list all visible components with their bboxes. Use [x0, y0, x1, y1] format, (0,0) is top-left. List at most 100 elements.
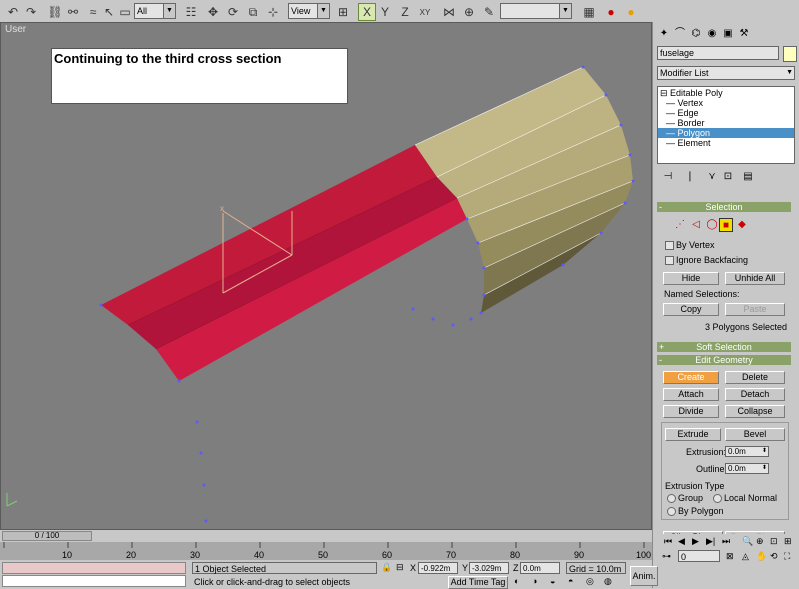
- create-tab-icon[interactable]: ✦: [657, 27, 671, 41]
- use-center-icon[interactable]: ⊞: [334, 3, 352, 21]
- local-normal-radio[interactable]: [713, 494, 722, 503]
- arc-rotate-icon[interactable]: ⟲: [770, 551, 778, 562]
- goto-end-icon[interactable]: ⏭: [722, 536, 730, 547]
- track-bar[interactable]: 10 20 30 40 50 60 70 80 90 100: [0, 542, 652, 560]
- next-frame-icon[interactable]: ▶|: [706, 536, 715, 547]
- mirror-icon[interactable]: ⋈: [440, 3, 458, 21]
- reference-coordinate-dropdown[interactable]: View ▼: [288, 3, 330, 19]
- stack-item-element[interactable]: — Element: [666, 138, 794, 148]
- pivot-icon[interactable]: ⊹: [264, 3, 282, 21]
- animate-button[interactable]: Anim.: [630, 566, 658, 586]
- delete-button[interactable]: Delete: [725, 371, 785, 384]
- object-name-field[interactable]: fuselage: [657, 46, 779, 60]
- redo-icon[interactable]: ↷: [22, 3, 40, 21]
- auto-key-icon[interactable]: ◓: [568, 576, 573, 586]
- stack-item-editable-poly[interactable]: ⊟ Editable Poly: [660, 88, 788, 98]
- render-icon[interactable]: ●: [602, 3, 620, 21]
- divide-button[interactable]: Divide: [663, 405, 719, 418]
- ignore-backfacing-checkbox[interactable]: [665, 256, 674, 265]
- goto-start-icon[interactable]: ⏮: [664, 536, 672, 547]
- x-coordinate-field[interactable]: -0.922m: [418, 562, 458, 574]
- previous-frame-icon[interactable]: ◀: [678, 536, 685, 547]
- bevel-button[interactable]: Bevel: [725, 428, 785, 441]
- copy-button[interactable]: Copy: [663, 303, 719, 316]
- restrict-y-icon[interactable]: Y: [376, 3, 394, 21]
- restrict-z-icon[interactable]: Z: [396, 3, 414, 21]
- configure-modifier-sets-icon[interactable]: ▤: [741, 170, 755, 184]
- create-button[interactable]: Create: [663, 371, 719, 384]
- extrude-button[interactable]: Extrude: [665, 428, 721, 441]
- attach-button[interactable]: Attach: [663, 388, 719, 401]
- motion-tab-icon[interactable]: ◉: [705, 27, 719, 41]
- vertex-mode-icon[interactable]: ⋰: [673, 218, 687, 232]
- unlink-icon[interactable]: ⚯: [64, 3, 82, 21]
- scale-icon[interactable]: ⧉: [244, 3, 262, 21]
- hierarchy-tab-icon[interactable]: ⌬: [689, 27, 703, 41]
- angle-snap-icon[interactable]: ◍: [604, 576, 612, 587]
- perspective-viewport[interactable]: User x Continuing to the third cross sec…: [0, 22, 652, 530]
- rotate-icon[interactable]: ⟳: [224, 3, 242, 21]
- modify-tab-icon[interactable]: ⌒: [673, 27, 687, 41]
- polygon-mode-icon[interactable]: ■: [719, 218, 733, 232]
- by-vertex-checkbox[interactable]: [665, 241, 674, 250]
- lock-icon[interactable]: 🔒: [381, 562, 392, 573]
- z-coordinate-field[interactable]: 0.0m: [520, 562, 560, 574]
- collapse-button[interactable]: Collapse: [725, 405, 785, 418]
- paste-button[interactable]: Paste: [725, 303, 785, 316]
- soft-selection-rollout-header[interactable]: + Soft Selection: [657, 342, 791, 352]
- modifier-list-dropdown[interactable]: Modifier List ▼: [657, 66, 795, 80]
- select-region-icon[interactable]: ▭: [116, 3, 134, 21]
- extrusion-spinner[interactable]: 0.0m ⬍: [725, 446, 769, 457]
- unhide-all-button[interactable]: Unhide All: [725, 272, 785, 285]
- remove-modifier-icon[interactable]: ⊡: [721, 170, 735, 184]
- maxscript-output-field[interactable]: [2, 575, 186, 587]
- named-selection-sets-dropdown[interactable]: ▼: [500, 3, 572, 19]
- snap-toggle-icon[interactable]: ◎: [586, 576, 594, 587]
- key-mode-toggle-icon[interactable]: ⊶: [662, 551, 671, 562]
- stack-item-vertex[interactable]: — Vertex: [666, 98, 794, 108]
- material-editor-icon[interactable]: ▦: [580, 3, 598, 21]
- zoom-extents-icon[interactable]: ⊡: [770, 536, 778, 547]
- key-mode-icon[interactable]: ◑: [532, 576, 537, 586]
- edge-mode-icon[interactable]: ◁: [689, 218, 703, 232]
- set-key-icon[interactable]: ◒: [550, 576, 555, 586]
- time-slider-bar[interactable]: [0, 530, 652, 542]
- zoom-all-icon[interactable]: ⊕: [756, 536, 764, 547]
- absolute-mode-icon[interactable]: ⊟: [396, 562, 404, 573]
- move-icon[interactable]: ✥: [204, 3, 222, 21]
- align-icon[interactable]: ⊕: [460, 3, 478, 21]
- outline-spinner[interactable]: 0.0m ⬍: [725, 463, 769, 474]
- current-frame-field[interactable]: 0: [678, 550, 720, 562]
- zoom-extents-all-icon[interactable]: ⊞: [784, 536, 792, 547]
- selection-rollout-header[interactable]: - Selection: [657, 202, 791, 212]
- maximize-viewport-icon[interactable]: ⛶: [784, 551, 790, 562]
- pin-stack-icon[interactable]: ⊣: [661, 170, 675, 184]
- restrict-x-icon[interactable]: X: [358, 3, 376, 21]
- add-time-tag-button[interactable]: Add Time Tag: [448, 576, 508, 589]
- maxscript-listener-field[interactable]: [2, 562, 186, 574]
- pan-icon[interactable]: ✋: [756, 551, 767, 562]
- selection-filter-dropdown[interactable]: All ▼: [134, 3, 176, 19]
- undo-icon[interactable]: ↶: [4, 3, 22, 21]
- link-icon[interactable]: ⛓: [46, 3, 64, 21]
- selected-polygon[interactable]: [128, 177, 457, 349]
- stack-item-polygon[interactable]: — Polygon: [658, 128, 794, 138]
- field-of-view-icon[interactable]: ◬: [742, 551, 749, 562]
- utilities-tab-icon[interactable]: ⚒: [737, 27, 751, 41]
- y-coordinate-field[interactable]: -3.029m: [469, 562, 509, 574]
- modifier-stack[interactable]: ⊟ Editable Poly — Vertex — Edge — Border…: [657, 86, 795, 164]
- make-unique-icon[interactable]: ⋎: [705, 170, 719, 184]
- stack-item-border[interactable]: — Border: [666, 118, 794, 128]
- zoom-icon[interactable]: 🔍: [742, 536, 753, 547]
- detach-button[interactable]: Detach: [725, 388, 785, 401]
- display-tab-icon[interactable]: ▣: [721, 27, 735, 41]
- element-mode-icon[interactable]: ◆: [735, 218, 749, 232]
- edit-geometry-rollout-header[interactable]: - Edit Geometry: [657, 355, 791, 365]
- time-config-icon[interactable]: ⊠: [726, 551, 734, 562]
- border-mode-icon[interactable]: ◯: [705, 218, 719, 232]
- stack-item-edge[interactable]: — Edge: [666, 108, 794, 118]
- snap-icon[interactable]: ✎: [480, 3, 498, 21]
- hide-button[interactable]: Hide: [663, 272, 719, 285]
- restrict-xy-icon[interactable]: XY: [416, 3, 434, 21]
- select-by-name-icon[interactable]: ☷: [182, 3, 200, 21]
